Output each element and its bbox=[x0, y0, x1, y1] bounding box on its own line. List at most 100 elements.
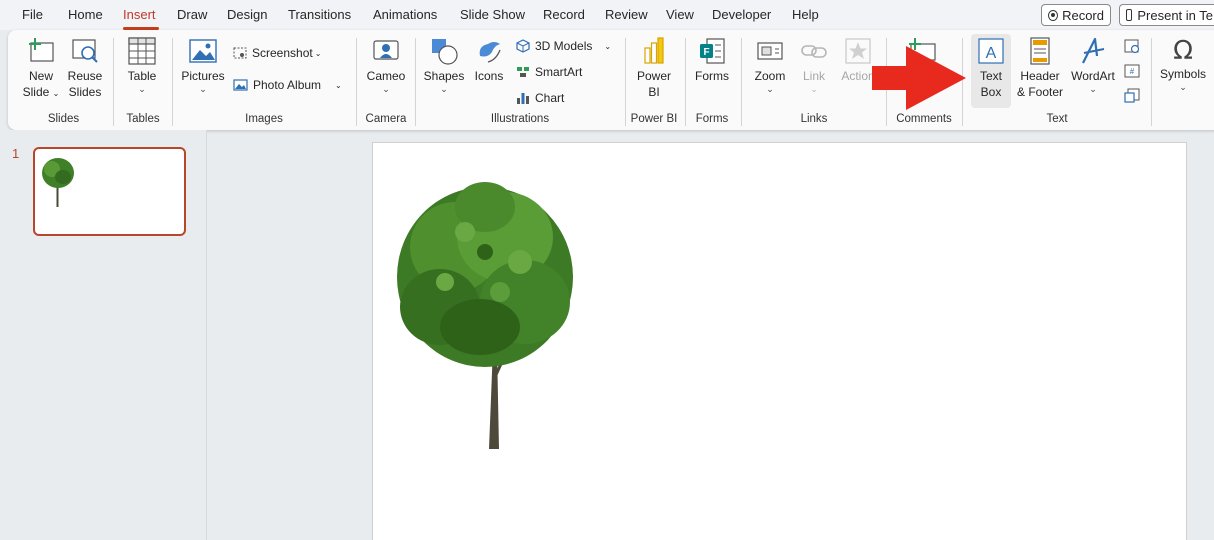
header-footer-button[interactable]: Header & Footer bbox=[1014, 36, 1066, 100]
group-label-comments: Comments bbox=[896, 113, 952, 125]
record-button[interactable]: Record bbox=[1041, 4, 1111, 26]
smartart-button[interactable]: SmartArt bbox=[516, 65, 582, 79]
date-time-icon[interactable] bbox=[1124, 38, 1140, 54]
tree-image[interactable] bbox=[385, 177, 585, 457]
header-footer-label-2: & Footer bbox=[1016, 85, 1064, 99]
svg-text:#: # bbox=[1130, 67, 1135, 76]
chart-label: Chart bbox=[535, 91, 565, 105]
zoom-button[interactable]: Zoom ⌄ bbox=[748, 36, 792, 94]
group-divider bbox=[113, 38, 114, 126]
group-divider bbox=[172, 38, 173, 126]
tab-file[interactable]: File bbox=[22, 7, 43, 22]
zoom-label: Zoom bbox=[754, 69, 786, 83]
symbols-button[interactable]: Ω Symbols ⌄ bbox=[1158, 36, 1208, 92]
3d-models-button[interactable]: 3D Models ⌄ bbox=[516, 39, 611, 53]
reuse-slides-icon bbox=[72, 39, 98, 63]
shapes-icon bbox=[432, 39, 458, 65]
forms-icon: F bbox=[700, 38, 725, 64]
wordart-icon bbox=[1082, 37, 1105, 64]
tab-review[interactable]: Review bbox=[605, 7, 648, 22]
tab-record[interactable]: Record bbox=[543, 7, 585, 22]
omega-icon: Ω bbox=[1173, 36, 1193, 64]
link-button[interactable]: Link ⌄ bbox=[794, 36, 834, 94]
group-divider bbox=[741, 38, 742, 126]
text-box-button[interactable]: A Text Box bbox=[971, 34, 1011, 108]
tab-animations[interactable]: Animations bbox=[373, 7, 437, 22]
group-label-forms: Forms bbox=[695, 113, 729, 125]
tab-transitions[interactable]: Transitions bbox=[288, 7, 351, 22]
tab-draw[interactable]: Draw bbox=[177, 7, 207, 22]
chevron-down-icon: ⌄ bbox=[335, 80, 342, 90]
table-button[interactable]: Table ⌄ bbox=[122, 36, 162, 94]
tab-design[interactable]: Design bbox=[227, 7, 267, 22]
cameo-icon bbox=[373, 40, 399, 60]
group-divider bbox=[1151, 38, 1152, 126]
group-label-slides: Slides bbox=[47, 113, 80, 125]
tab-insert[interactable]: Insert bbox=[123, 7, 156, 22]
action-star-icon bbox=[845, 38, 871, 64]
slide-canvas[interactable] bbox=[372, 142, 1187, 540]
smartart-icon bbox=[517, 67, 529, 77]
svg-text:A: A bbox=[986, 45, 997, 62]
group-label-tables: Tables bbox=[126, 113, 160, 125]
forms-label: Forms bbox=[695, 69, 729, 83]
group-label-illustrations: Illustrations bbox=[490, 113, 550, 125]
chart-button[interactable]: Chart bbox=[516, 91, 564, 105]
text-box-label-1: Text bbox=[979, 69, 1002, 83]
group-divider bbox=[685, 38, 686, 126]
cameo-label: Cameo bbox=[366, 69, 406, 83]
group-divider bbox=[356, 38, 357, 126]
chevron-down-icon: ⌄ bbox=[138, 84, 146, 94]
record-icon bbox=[1048, 9, 1059, 21]
power-bi-button[interactable]: Power BI bbox=[632, 36, 676, 100]
photo-album-button[interactable]: Photo Album ⌄ bbox=[233, 78, 342, 92]
table-icon bbox=[128, 37, 156, 65]
shapes-button[interactable]: Shapes ⌄ bbox=[422, 36, 466, 94]
cube-icon bbox=[516, 39, 530, 53]
slide-thumbnail[interactable] bbox=[33, 147, 186, 236]
screenshot-button[interactable]: Screenshot ⌄ bbox=[233, 46, 321, 60]
new-slide-label-2-text: Slide bbox=[22, 85, 50, 99]
menu-bar: File Home Insert Draw Design Transitions… bbox=[0, 0, 1214, 30]
pictures-button[interactable]: Pictures ⌄ bbox=[180, 36, 226, 94]
icons-button[interactable]: Icons bbox=[469, 36, 509, 84]
chevron-down-icon: ⌄ bbox=[810, 84, 818, 94]
chevron-down-icon: ⌄ bbox=[199, 84, 207, 94]
reuse-slides-label-2: Slides bbox=[68, 85, 102, 99]
forms-button[interactable]: F Forms bbox=[692, 36, 732, 84]
new-slide-label-2: Slide ⌄ bbox=[20, 84, 62, 102]
teams-icon bbox=[1126, 9, 1133, 21]
group-divider bbox=[625, 38, 626, 126]
wordart-label: WordArt bbox=[1071, 69, 1115, 83]
new-slide-label-1: New bbox=[28, 69, 53, 83]
3d-models-label: 3D Models bbox=[535, 39, 593, 53]
slide-number-icon[interactable]: # bbox=[1124, 63, 1140, 79]
tab-slide-show[interactable]: Slide Show bbox=[460, 7, 525, 22]
new-slide-icon bbox=[29, 38, 54, 62]
zoom-icon bbox=[757, 42, 783, 60]
group-label-power-bi: Power BI bbox=[630, 113, 678, 125]
wordart-button[interactable]: WordArt ⌄ bbox=[1068, 36, 1118, 94]
group-label-text: Text bbox=[1046, 113, 1068, 125]
chevron-down-icon: ⌄ bbox=[604, 41, 612, 51]
record-label: Record bbox=[1062, 7, 1104, 23]
reuse-slides-label-1: Reuse bbox=[67, 69, 103, 83]
group-divider bbox=[415, 38, 416, 126]
reuse-slides-button[interactable]: Reuse Slides bbox=[64, 36, 106, 100]
chevron-down-icon: ⌄ bbox=[52, 89, 60, 98]
tab-home[interactable]: Home bbox=[68, 7, 103, 22]
icons-label: Icons bbox=[474, 69, 504, 83]
tab-developer[interactable]: Developer bbox=[712, 7, 771, 22]
cameo-button[interactable]: Cameo ⌄ bbox=[364, 36, 408, 94]
present-label: Present in Te bbox=[1137, 7, 1213, 23]
text-box-label-2: Box bbox=[980, 85, 1002, 99]
tab-help[interactable]: Help bbox=[792, 7, 819, 22]
object-icon[interactable] bbox=[1124, 88, 1140, 104]
group-label-images: Images bbox=[245, 113, 283, 125]
tab-view[interactable]: View bbox=[666, 7, 694, 22]
new-slide-button[interactable]: New Slide ⌄ bbox=[20, 36, 62, 102]
screenshot-icon bbox=[233, 47, 247, 59]
chevron-down-icon: ⌄ bbox=[440, 84, 448, 94]
present-in-teams-button[interactable]: Present in Te bbox=[1119, 4, 1214, 26]
slide-number: 1 bbox=[12, 146, 20, 161]
